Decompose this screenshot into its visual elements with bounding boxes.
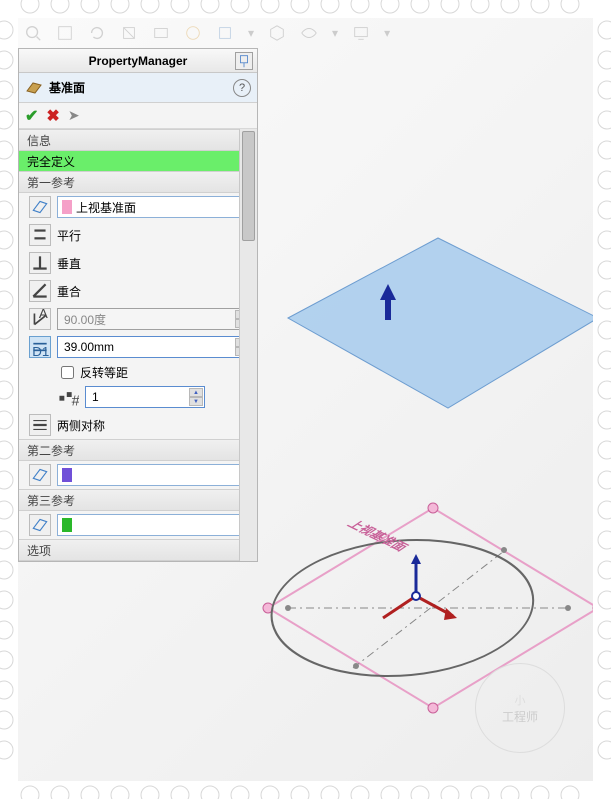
display-icon[interactable] <box>152 24 170 42</box>
view-cube-icon[interactable] <box>268 24 286 42</box>
reference-selector-icon[interactable] <box>29 464 51 486</box>
section-options[interactable]: 选项˅ <box>19 539 257 561</box>
appearance-icon[interactable] <box>184 24 202 42</box>
scrollbar-thumb[interactable] <box>242 131 255 241</box>
feature-title-row: 基准面 ? <box>19 73 257 103</box>
parallel-label: 平行 <box>57 227 81 244</box>
coincident-constraint-button[interactable] <box>29 280 51 302</box>
zoom-fit-icon[interactable] <box>24 24 42 42</box>
symmetric-label: 两侧对称 <box>57 417 105 434</box>
reference-selector-icon[interactable] <box>29 514 51 536</box>
angle-constraint-button[interactable]: A <box>29 308 51 330</box>
svg-text:#: # <box>72 394 79 408</box>
svg-text:D1: D1 <box>32 344 49 357</box>
flip-offset-checkbox[interactable] <box>61 366 74 379</box>
flip-offset-label: 反转等距 <box>80 364 128 381</box>
section-second-reference[interactable]: 第二参考˄ <box>19 439 257 461</box>
perpendicular-label: 垂直 <box>57 255 81 272</box>
offset-distance-input[interactable]: 39.00mm ▲▼ <box>57 336 251 358</box>
section-first-reference[interactable]: 第一参考˄ <box>19 171 257 193</box>
first-reference-field[interactable]: 上视基准面 <box>57 196 251 218</box>
cancel-button[interactable]: ✖ <box>46 106 59 126</box>
section-icon[interactable] <box>120 24 138 42</box>
panel-header: PropertyManager <box>19 49 257 73</box>
second-reference-field[interactable] <box>57 464 251 486</box>
definition-status: 完全定义 <box>19 151 257 171</box>
angle-input[interactable]: 90.00度 ▲▼ <box>57 308 251 330</box>
monitor-icon[interactable] <box>352 24 370 42</box>
section-info[interactable]: 信息˄ <box>19 129 257 151</box>
third-reference-field[interactable] <box>57 514 251 536</box>
spinner-up[interactable]: ▲ <box>189 388 203 397</box>
selection-color-swatch <box>62 468 72 482</box>
watermark: 小 工程师 <box>475 663 565 753</box>
pushpin-button[interactable]: ➤ <box>68 107 80 124</box>
spinner-down[interactable]: ▼ <box>189 397 203 406</box>
mid-plane-button[interactable] <box>29 414 51 436</box>
pin-panel-button[interactable] <box>235 52 253 70</box>
reference-selector-icon[interactable] <box>29 196 51 218</box>
panel-scrollbar[interactable] <box>239 129 257 561</box>
instances-icon: # <box>57 386 79 408</box>
hide-show-icon[interactable] <box>300 24 318 42</box>
plane-feature-icon <box>25 79 43 97</box>
offset-distance-button[interactable]: D1 <box>29 336 51 358</box>
zoom-area-icon[interactable] <box>56 24 74 42</box>
feature-name: 基准面 <box>49 79 85 96</box>
coincident-label: 重合 <box>57 283 81 300</box>
section-third-reference[interactable]: 第三参考˄ <box>19 489 257 511</box>
ok-button[interactable]: ✔ <box>25 106 38 126</box>
instances-input[interactable]: 1 ▲▼ <box>85 386 205 408</box>
svg-text:A: A <box>39 309 48 321</box>
selection-color-swatch <box>62 518 72 532</box>
rotate-icon[interactable] <box>88 24 106 42</box>
perpendicular-constraint-button[interactable] <box>29 252 51 274</box>
parallel-constraint-button[interactable] <box>29 224 51 246</box>
property-manager-panel: PropertyManager 基准面 ? ✔ ✖ ➤ 信息˄ 完全定义 第一参… <box>18 48 258 562</box>
help-icon[interactable]: ? <box>233 79 251 97</box>
view-toolbar: ▾ ▾ ▾ <box>18 18 396 48</box>
scene-icon[interactable] <box>216 24 234 42</box>
panel-title: PropertyManager <box>19 54 257 68</box>
action-row: ✔ ✖ ➤ <box>19 103 257 129</box>
selection-color-swatch <box>62 200 72 214</box>
plane-label-3d: 上视基准面 <box>345 517 411 555</box>
offset-plane-preview <box>258 198 593 458</box>
